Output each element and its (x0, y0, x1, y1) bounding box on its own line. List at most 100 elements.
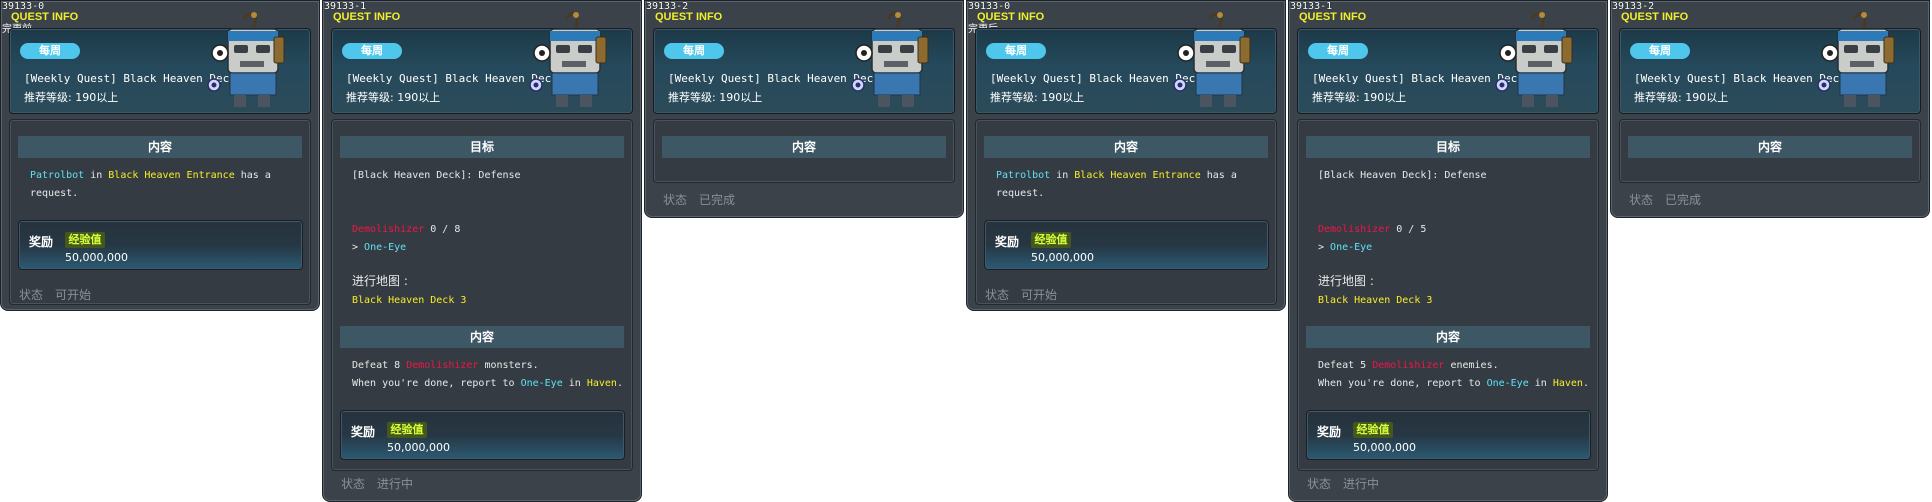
exp-value: 50,000,000 (1353, 441, 1416, 454)
status-row: 状态 已完成 (1629, 191, 1701, 208)
status-value: 进行中 (377, 477, 414, 491)
quest-panel-3: 39133-2 QUEST INFO 每周 [Weekly Quest] Bla… (644, 0, 964, 218)
recommended-level: 推荐等级: 190以上 (346, 91, 441, 104)
desc2-npc: One-Eye (520, 378, 563, 389)
window-title: QUEST INFO (1621, 11, 1689, 23)
recommended-level: 推荐等级: 190以上 (668, 91, 763, 104)
monster-name: Demolishizer (1318, 224, 1391, 235)
exp-value: 50,000,000 (387, 441, 450, 454)
quest-header: 每周 [Weekly Quest] Black Heaven Dec... 推荐… (331, 11, 633, 114)
desc1-prefix: Defeat 8 (352, 360, 407, 371)
intro-line-1: Patrolbot in Black Heaven Entrance has a (30, 166, 271, 185)
kill-progress: Demolishizer 0 / 5 (1318, 220, 1426, 239)
goal-header: 目标 (340, 136, 624, 158)
desc2-npc: One-Eye (1486, 378, 1529, 389)
status-value: 可开始 (1021, 288, 1058, 302)
intro-in: in (84, 170, 109, 181)
desc-line-1: Defeat 8 Demolishizer monsters. (352, 356, 539, 375)
weekly-badge: 每周 (342, 43, 402, 59)
reward-box: 奖励 经验值 50,000,000 (340, 410, 625, 460)
window-title: QUEST INFO (333, 11, 401, 23)
intro-in: in (1050, 170, 1075, 181)
place-name: Black Heaven Entrance (108, 170, 235, 181)
map-name: Black Heaven Deck 3 (352, 295, 467, 306)
intro-line-1: Patrolbot in Black Heaven Entrance has a (996, 166, 1237, 185)
window-title: QUEST INFO (11, 11, 79, 23)
reward-label: 奖励 (995, 235, 1020, 249)
weekly-badge: 每周 (986, 43, 1046, 59)
quest-body: 内容 (653, 119, 955, 183)
npc-line-prefix: > (1318, 242, 1331, 253)
map-name: Black Heaven Deck 3 (1318, 295, 1433, 306)
status-label: 状态 (985, 288, 1010, 302)
quest-header: 每周 [Weekly Quest] Black Heaven Dec... 推荐… (1619, 11, 1921, 114)
quest-panel-5: 39133-1 QUEST INFO 每周 [Weekly Quest] Bla… (1288, 0, 1608, 502)
status-label: 状态 (1307, 477, 1332, 491)
content-header: 内容 (984, 136, 1268, 158)
npc-name: Patrolbot (996, 170, 1051, 181)
npc-line-prefix: > (352, 242, 365, 253)
desc2-place: Haven (1552, 378, 1583, 389)
quest-body: 内容 (1619, 119, 1921, 183)
desc2-place: Haven (586, 378, 617, 389)
npc-name: Patrolbot (30, 170, 85, 181)
monster-name: Demolishizer (352, 224, 425, 235)
desc2-mid: in (1528, 378, 1553, 389)
map-label: 进行地图 : (352, 274, 408, 288)
status-label: 状态 (341, 477, 366, 491)
intro-tail: has a (234, 170, 271, 181)
quest-body: 目标 [Black Heaven Deck]: Defense Demolish… (331, 119, 633, 471)
status-row: 状态 进行中 (1307, 475, 1379, 492)
patrolbot-icon (528, 11, 608, 109)
status-label: 状态 (19, 288, 44, 302)
patrolbot-icon (1816, 11, 1896, 109)
kill-count: 0 / 8 (424, 224, 461, 235)
quest-panel-2: 39133-1 QUEST INFO 每周 [Weekly Quest] Bla… (322, 0, 642, 502)
kill-progress: Demolishizer 0 / 8 (352, 220, 460, 239)
reward-label: 奖励 (351, 425, 376, 439)
npc-line: > One-Eye (352, 238, 406, 257)
status-value: 已完成 (1665, 193, 1702, 207)
reward-label: 奖励 (29, 235, 54, 249)
desc1-suffix: monsters. (478, 360, 539, 371)
reward-box: 奖励 经验值 50,000,000 (18, 220, 303, 270)
exp-badge: 经验值 (1353, 422, 1393, 438)
desc1-suffix: enemies. (1444, 360, 1499, 371)
desc2-mid: in (562, 378, 587, 389)
exp-badge: 经验值 (65, 232, 105, 248)
quest-body: 内容 Patrolbot in Black Heaven Entrance ha… (975, 119, 1277, 305)
patrolbot-icon (1494, 11, 1574, 109)
recommended-level: 推荐等级: 190以上 (1634, 91, 1729, 104)
window-title: QUEST INFO (977, 11, 1045, 23)
desc-line-2: When you're done, report to One-Eye in H… (352, 374, 623, 393)
recommended-level: 推荐等级: 190以上 (990, 91, 1085, 104)
status-value: 可开始 (55, 288, 92, 302)
status-value: 进行中 (1343, 477, 1380, 491)
exp-badge: 经验值 (1031, 232, 1071, 248)
exp-value: 50,000,000 (1031, 251, 1094, 264)
intro-line-2: request. (996, 188, 1045, 199)
desc2-end: . (616, 378, 623, 389)
weekly-badge: 每周 (1308, 43, 1368, 59)
desc1-prefix: Defeat 5 (1318, 360, 1373, 371)
status-label: 状态 (663, 193, 688, 207)
window-title: QUEST INFO (655, 11, 723, 23)
desc1-monster: Demolishizer (406, 360, 479, 371)
intro-tail: has a (1200, 170, 1237, 181)
goal-line: [Black Heaven Deck]: Defense (352, 170, 521, 181)
recommended-level: 推荐等级: 190以上 (24, 91, 119, 104)
weekly-badge: 每周 (1630, 43, 1690, 59)
desc-line-1: Defeat 5 Demolishizer enemies. (1318, 356, 1499, 375)
intro-line-2: request. (30, 188, 79, 199)
npc-name: One-Eye (364, 242, 407, 253)
desc2-end: . (1582, 378, 1589, 389)
status-value: 已完成 (699, 193, 736, 207)
desc-line-2: When you're done, report to One-Eye in H… (1318, 374, 1589, 393)
patrolbot-icon (1172, 11, 1252, 109)
content-header: 内容 (662, 136, 946, 158)
status-label: 状态 (1629, 193, 1654, 207)
desc2-prefix: When you're done, report to (352, 378, 521, 389)
desc2-prefix: When you're done, report to (1318, 378, 1487, 389)
reward-label: 奖励 (1317, 425, 1342, 439)
status-row: 状态 进行中 (341, 475, 413, 492)
